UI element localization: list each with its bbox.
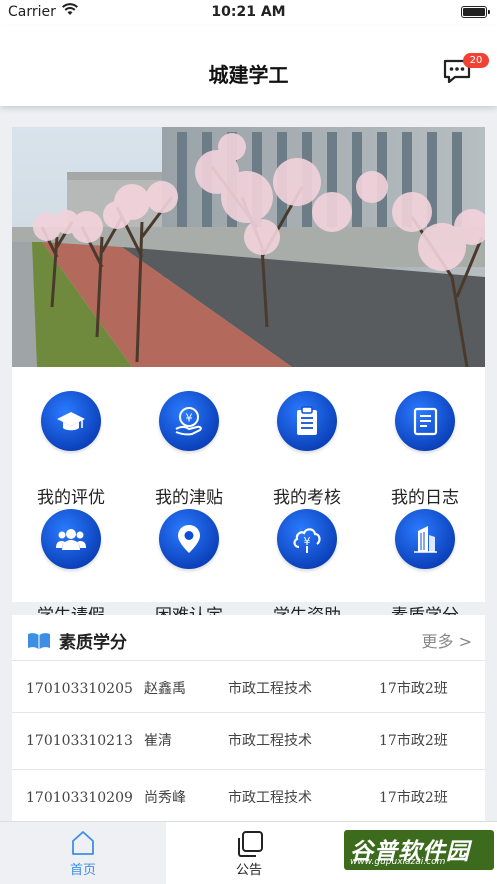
tab-home[interactable]: 首页 <box>0 822 166 884</box>
message-badge: 20 <box>463 53 489 68</box>
tab-label: 公告 <box>235 863 262 878</box>
student-class: 17市政2班 <box>379 733 448 749</box>
campus-photo <box>12 127 485 367</box>
battery-icon <box>461 6 490 18</box>
panel-header: 素质学分 更多 > <box>12 615 485 661</box>
table-row[interactable]: 170103310213 崔清 市政工程技术 17市政2班 <box>12 712 485 770</box>
status-bar: Carrier 10:21 AM <box>0 0 497 26</box>
home-icon <box>72 831 94 855</box>
function-grid: 我的评优 ¥ 我的津贴 我的考核 我的日志 ¥ <box>12 367 485 626</box>
grid-item-evaluation[interactable]: 我的评优 <box>12 391 130 508</box>
student-class: 17市政2班 <box>379 790 448 806</box>
table-row[interactable]: 170103310209 尚秀峰 市政工程技术 17市政2班 <box>12 769 485 825</box>
grid-label: 我的日志 <box>391 488 459 508</box>
watermark-url: www.gupuxiazai.com <box>350 857 446 867</box>
grid-label: 我的考核 <box>273 488 341 508</box>
notice-icon <box>238 831 263 857</box>
grid-item-assessment[interactable]: 我的考核 <box>248 391 366 508</box>
student-major: 市政工程技术 <box>228 681 312 697</box>
student-name: 崔清 <box>144 733 172 749</box>
grid-item-leave[interactable]: 学生请假 <box>12 509 130 626</box>
graduation-cap-icon <box>57 412 85 431</box>
clipboard-icon <box>297 406 317 435</box>
users-icon <box>56 529 86 550</box>
yen-hand-icon: ¥ <box>175 407 202 436</box>
student-id: 170103310213 <box>26 733 133 749</box>
notebook-icon <box>413 407 438 436</box>
banner-image[interactable] <box>12 127 485 367</box>
grid-item-journal[interactable]: 我的日志 <box>366 391 484 508</box>
student-name: 尚秀峰 <box>144 790 186 806</box>
panel-title: 素质学分 <box>59 633 127 653</box>
building-icon <box>414 526 437 553</box>
student-major: 市政工程技术 <box>228 733 312 749</box>
grid-label: 我的津贴 <box>155 488 223 508</box>
watermark-logo: 谷普软件园 www.gupuxiazai.com <box>344 830 494 870</box>
student-name: 赵鑫禹 <box>144 681 186 697</box>
nav-bar: 城建学工 20 <box>0 26 497 106</box>
table-row[interactable]: 170103310205 赵鑫禹 市政工程技术 17市政2班 <box>12 660 485 718</box>
grid-item-hardship[interactable]: 困难认定 <box>130 509 248 626</box>
svg-text:¥: ¥ <box>186 412 193 425</box>
quality-credits-panel: 素质学分 更多 > 170103310205 赵鑫禹 市政工程技术 17市政2班… <box>12 615 485 825</box>
grid-label: 我的评优 <box>37 488 105 508</box>
yen-cloud-icon: ¥ <box>293 528 321 553</box>
grid-item-quality-credits[interactable]: 素质学分 <box>366 509 484 626</box>
student-id: 170103310209 <box>26 790 133 806</box>
grid-item-financial-aid[interactable]: ¥ 学生资助 <box>248 509 366 626</box>
student-class: 17市政2班 <box>379 681 448 697</box>
more-link[interactable]: 更多 > <box>422 628 473 652</box>
student-id: 170103310205 <box>26 681 133 697</box>
location-pin-icon <box>178 525 200 553</box>
page-title: 城建学工 <box>208 63 289 87</box>
tab-notice[interactable]: 公告 <box>166 822 332 884</box>
grid-item-allowance[interactable]: ¥ 我的津贴 <box>130 391 248 508</box>
clock: 10:21 AM <box>211 4 286 20</box>
book-icon <box>28 633 50 649</box>
student-major: 市政工程技术 <box>228 790 312 806</box>
tab-label: 首页 <box>69 863 96 878</box>
